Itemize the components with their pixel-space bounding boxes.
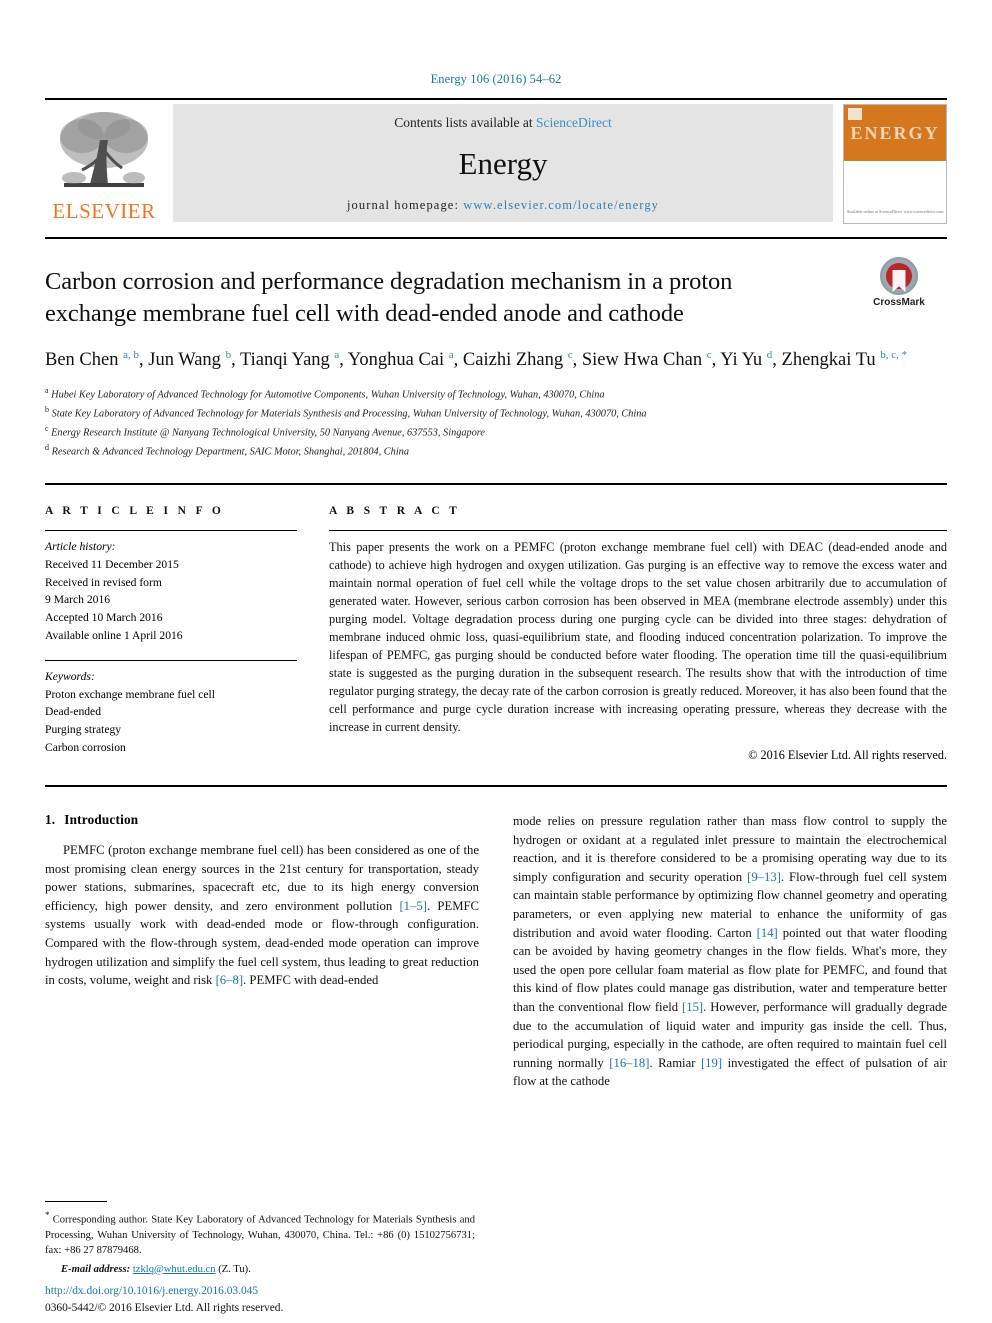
affiliation-text: State Key Laboratory of Advanced Technol… bbox=[51, 408, 647, 420]
crossmark-label: CrossMark bbox=[873, 297, 925, 308]
journal-masthead: ELSEVIER Contents lists available at Sci… bbox=[45, 98, 947, 226]
crossmark-badge[interactable]: CrossMark bbox=[851, 257, 947, 308]
corresponding-author-footnote: * Corresponding author. State Key Labora… bbox=[45, 1201, 475, 1277]
author-list: Ben Chen a, b, Jun Wang b, Tianqi Yang a… bbox=[45, 349, 908, 371]
journal-title: Energy bbox=[458, 146, 548, 181]
abstract-column: A B S T R A C T This paper presents the … bbox=[329, 505, 947, 762]
affiliation-mark: d bbox=[45, 443, 49, 453]
cover-body: Available online at ScienceDirect www.sc… bbox=[844, 161, 946, 223]
email-suffix: (Z. Tu). bbox=[218, 1263, 251, 1275]
keyword-item: Carbon corrosion bbox=[45, 740, 126, 754]
abstract-copyright: © 2016 Elsevier Ltd. All rights reserved… bbox=[748, 747, 947, 762]
section-title: Introduction bbox=[64, 811, 139, 827]
abstract-heading: A B S T R A C T bbox=[329, 505, 461, 518]
affiliation-text: Hubei Key Laboratory of Advanced Technol… bbox=[51, 389, 605, 401]
paper-page: Energy 106 (2016) 54–62 ELSEVIER Content… bbox=[0, 0, 992, 1323]
abstract-text: This paper presents the work on a PEMFC … bbox=[329, 540, 947, 734]
contents-prefix: Contents lists available at bbox=[394, 115, 536, 130]
body-column-right: mode relies on pressure regulation rathe… bbox=[513, 812, 947, 1137]
elsevier-wordmark: ELSEVIER bbox=[52, 199, 156, 223]
affiliation-item: d Research & Advanced Technology Departm… bbox=[45, 442, 947, 461]
affiliation-mark: c bbox=[45, 424, 49, 434]
email-label: E-mail address: bbox=[61, 1263, 131, 1275]
page-title: Carbon corrosion and performance degrada… bbox=[45, 268, 733, 327]
cover-header-band: ENERGY bbox=[844, 105, 946, 161]
issn-copyright-line: 0360-5442/© 2016 Elsevier Ltd. All right… bbox=[45, 1301, 284, 1314]
intro-paragraph-left: PEMFC (proton exchange membrane fuel cel… bbox=[45, 842, 479, 988]
keyword-item: Proton exchange membrane fuel cell bbox=[45, 687, 215, 701]
history-line: Received 11 December 2015 bbox=[45, 558, 179, 572]
article-info-heading: A R T I C L E I N F O bbox=[45, 505, 225, 518]
contents-available-line: Contents lists available at ScienceDirec… bbox=[394, 115, 611, 131]
keywords-block: Keywords: Proton exchange membrane fuel … bbox=[45, 660, 297, 756]
journal-band: Contents lists available at ScienceDirec… bbox=[173, 104, 833, 222]
history-line: 9 March 2016 bbox=[45, 593, 111, 607]
homepage-label: journal homepage: bbox=[346, 198, 464, 212]
email-line: E-mail address: tzklq@whut.edu.cn (Z. Tu… bbox=[45, 1262, 475, 1277]
affiliation-mark: b bbox=[45, 405, 49, 415]
crossmark-inner-circle bbox=[886, 263, 912, 292]
affiliation-item: b State Key Laboratory of Advanced Techn… bbox=[45, 404, 947, 423]
affiliation-text: Research & Advanced Technology Departmen… bbox=[51, 446, 409, 458]
elsevier-logo: ELSEVIER bbox=[45, 100, 163, 226]
body-column-left: 1. Introduction PEMFC (proton exchange me… bbox=[45, 812, 479, 1137]
affiliation-text: Energy Research Institute @ Nanyang Tech… bbox=[51, 427, 486, 439]
crossmark-ribbon-icon bbox=[892, 270, 906, 292]
journal-cover-thumbnail: ENERGY Available online at ScienceDirect… bbox=[843, 104, 947, 224]
section-heading-introduction: 1. Introduction bbox=[45, 812, 479, 828]
affiliation-item: c Energy Research Institute @ Nanyang Te… bbox=[45, 423, 947, 442]
crossmark-icon bbox=[880, 257, 918, 295]
homepage-url-link[interactable]: www.elsevier.com/locate/energy bbox=[463, 198, 659, 212]
article-history-label: Article history: bbox=[45, 540, 116, 554]
email-link[interactable]: tzklq@whut.edu.cn bbox=[133, 1264, 216, 1275]
affiliation-mark: a bbox=[45, 386, 49, 396]
article-info-column: A R T I C L E I N F O Article history: R… bbox=[45, 505, 297, 762]
history-line: Received in revised form bbox=[45, 575, 162, 589]
body-columns: 1. Introduction PEMFC (proton exchange me… bbox=[45, 784, 947, 1137]
doi-block: http://dx.doi.org/10.1016/j.energy.2016.… bbox=[45, 1283, 283, 1317]
affiliation-list: a Hubei Key Laboratory of Advanced Techn… bbox=[45, 385, 947, 461]
keywords-label: Keywords: bbox=[45, 670, 95, 684]
elsevier-tree-icon bbox=[52, 106, 156, 198]
corresponding-author-text: * Corresponding author. State Key Labora… bbox=[45, 1210, 475, 1257]
cover-journal-title: ENERGY bbox=[850, 122, 940, 143]
history-line: Accepted 10 March 2016 bbox=[45, 610, 163, 624]
affiliation-item: a Hubei Key Laboratory of Advanced Techn… bbox=[45, 385, 947, 404]
journal-homepage-line: journal homepage: www.elsevier.com/locat… bbox=[347, 198, 659, 213]
cover-footer-text: Available online at ScienceDirect www.sc… bbox=[846, 209, 944, 215]
intro-paragraph-right: mode relies on pressure regulation rathe… bbox=[513, 813, 948, 1089]
cover-publisher-mark bbox=[848, 108, 862, 120]
section-number: 1. bbox=[45, 811, 56, 827]
title-block: CrossMark Carbon corrosion and performan… bbox=[45, 237, 947, 461]
info-abstract-row: A R T I C L E I N F O Article history: R… bbox=[45, 483, 947, 762]
keyword-item: Purging strategy bbox=[45, 722, 122, 736]
history-line: Available online 1 April 2016 bbox=[45, 628, 183, 642]
article-history: Article history: Received 11 December 20… bbox=[45, 531, 297, 644]
footnote-rule bbox=[45, 1201, 107, 1203]
running-head: Energy 106 (2016) 54–62 bbox=[430, 72, 562, 86]
keyword-item: Dead-ended bbox=[45, 705, 102, 719]
sciencedirect-link[interactable]: ScienceDirect bbox=[536, 115, 612, 130]
doi-link[interactable]: http://dx.doi.org/10.1016/j.energy.2016.… bbox=[45, 1283, 283, 1300]
